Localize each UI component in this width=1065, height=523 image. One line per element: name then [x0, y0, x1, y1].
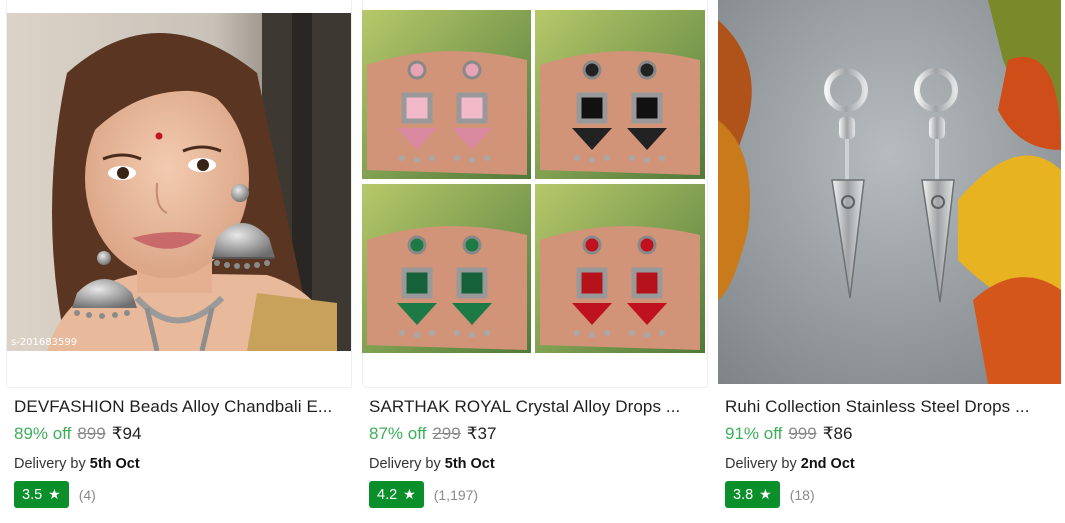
delivery-date: 5th Oct [89, 456, 140, 472]
rating-count: (18) [789, 486, 815, 503]
rating-count: (1,197) [433, 486, 479, 503]
final-price: ₹37 [466, 424, 497, 443]
product-title[interactable]: SARTHAK ROYAL Crystal Alloy Drops ... [369, 397, 701, 417]
product-card[interactable]: s-201683599 DEVFASHION Beads Alloy Chand… [0, 0, 355, 523]
rating-count: (4) [78, 486, 96, 503]
delivery-label: Delivery by [14, 456, 86, 472]
original-price: 299 [432, 424, 461, 443]
image-watermark: s-201683599 [11, 337, 77, 348]
final-price: ₹86 [822, 424, 853, 443]
product-image[interactable]: s-201683599 [7, 13, 351, 351]
rating-row: 4.2 ★ (1,197) [369, 481, 478, 508]
star-icon: ★ [403, 486, 416, 502]
rating-badge: 3.8 ★ [725, 481, 780, 508]
rating-row: 3.8 ★ (18) [725, 481, 815, 508]
price-row: 91% off 999 ₹86 [725, 424, 852, 444]
discount-percent: 87% off [369, 424, 427, 443]
star-icon: ★ [48, 486, 61, 502]
rating-value: 4.2 [377, 486, 398, 503]
crystal-drop-earrings-collage-image [362, 10, 705, 353]
price-row: 89% off 899 ₹94 [14, 424, 141, 444]
steel-drop-earrings-image [718, 0, 1061, 384]
model-with-jhumka-earrings-image: s-201683599 [7, 13, 351, 351]
original-price: 899 [77, 424, 106, 443]
delivery-label: Delivery by [369, 456, 441, 472]
price-row: 87% off 299 ₹37 [369, 424, 496, 444]
product-grid: s-201683599 DEVFASHION Beads Alloy Chand… [0, 0, 1065, 523]
rating-badge: 4.2 ★ [369, 481, 424, 508]
delivery-info: Delivery by 5th Oct [369, 456, 495, 472]
product-card[interactable]: Ruhi Collection Stainless Steel Drops ..… [711, 0, 1065, 523]
final-price: ₹94 [111, 424, 142, 443]
product-title[interactable]: DEVFASHION Beads Alloy Chandbali E... [14, 397, 346, 417]
discount-percent: 91% off [725, 424, 783, 443]
delivery-date: 2nd Oct [800, 456, 855, 472]
product-image[interactable] [362, 10, 705, 353]
delivery-info: Delivery by 5th Oct [14, 456, 140, 472]
rating-badge: 3.5 ★ [14, 481, 69, 508]
rating-row: 3.5 ★ (4) [14, 481, 96, 508]
delivery-info: Delivery by 2nd Oct [725, 456, 855, 472]
product-card[interactable]: SARTHAK ROYAL Crystal Alloy Drops ... 87… [355, 0, 710, 523]
discount-percent: 89% off [14, 424, 72, 443]
delivery-date: 5th Oct [444, 456, 495, 472]
star-icon: ★ [759, 486, 772, 502]
product-title[interactable]: Ruhi Collection Stainless Steel Drops ..… [725, 397, 1057, 417]
product-image[interactable] [718, 0, 1061, 384]
rating-value: 3.8 [733, 486, 754, 503]
original-price: 999 [788, 424, 817, 443]
delivery-label: Delivery by [725, 456, 797, 472]
rating-value: 3.5 [22, 486, 43, 503]
